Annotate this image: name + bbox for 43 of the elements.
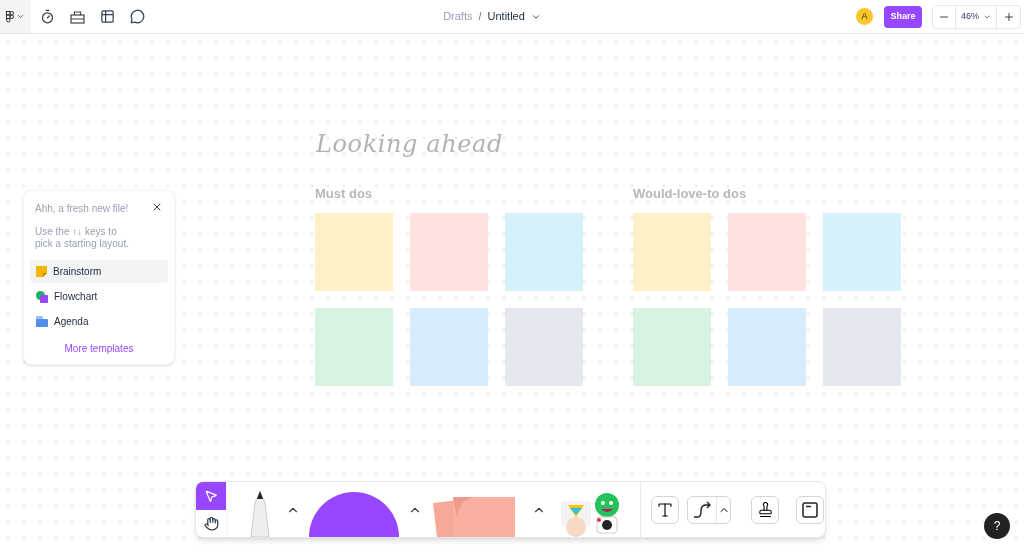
help-button[interactable]: ? [984, 513, 1010, 539]
timer-button[interactable] [39, 8, 56, 25]
panel-hint: Use the ↑↓ keys to pick a starting layout. [34, 226, 130, 250]
section-heading: Must dos [315, 185, 374, 201]
share-button[interactable]: Share [884, 5, 922, 28]
shapes-icon [36, 290, 48, 303]
section-heading: Would-love-to dos [633, 185, 748, 201]
more-templates-link[interactable]: More templates [64, 341, 134, 356]
breadcrumb-separator: / [478, 9, 482, 25]
section-tool[interactable] [796, 495, 824, 524]
text-icon [656, 500, 674, 519]
caret-icon [16, 12, 25, 21]
template-item[interactable]: Brainstorm [30, 260, 168, 283]
folder-icon [36, 316, 48, 327]
zoom-level-button[interactable]: 46% [956, 5, 997, 28]
plus-icon [1002, 10, 1015, 23]
user-avatar[interactable]: A [856, 8, 873, 25]
board-title: Looking ahead [316, 129, 503, 160]
close-button[interactable] [151, 201, 163, 213]
comment-button[interactable] [129, 8, 146, 25]
table-icon [100, 9, 115, 24]
briefcase-icon [70, 9, 85, 24]
library-button[interactable] [69, 8, 86, 25]
close-icon [151, 201, 163, 213]
stamp-tool[interactable] [751, 495, 779, 524]
text-tool[interactable] [651, 495, 679, 524]
sticky-note-icon [36, 266, 47, 277]
comment-icon [130, 9, 145, 24]
shape-circle-drawing[interactable] [309, 490, 399, 537]
file-name-button[interactable]: Untitled [487, 8, 541, 25]
timer-icon [40, 9, 55, 24]
pointer-icon [204, 488, 218, 503]
logo-icon [6, 10, 14, 23]
panel-title: Ahh, a fresh new file! [35, 202, 129, 216]
connector-icon [692, 500, 712, 519]
main-menu-button[interactable] [0, 0, 31, 33]
hand-icon [203, 515, 219, 531]
select-tool[interactable] [196, 482, 226, 510]
stamp-icon [756, 501, 774, 518]
hand-tool[interactable] [196, 509, 226, 537]
table-button[interactable] [99, 8, 116, 25]
caret-button[interactable] [716, 496, 730, 523]
frame-icon [801, 500, 819, 519]
